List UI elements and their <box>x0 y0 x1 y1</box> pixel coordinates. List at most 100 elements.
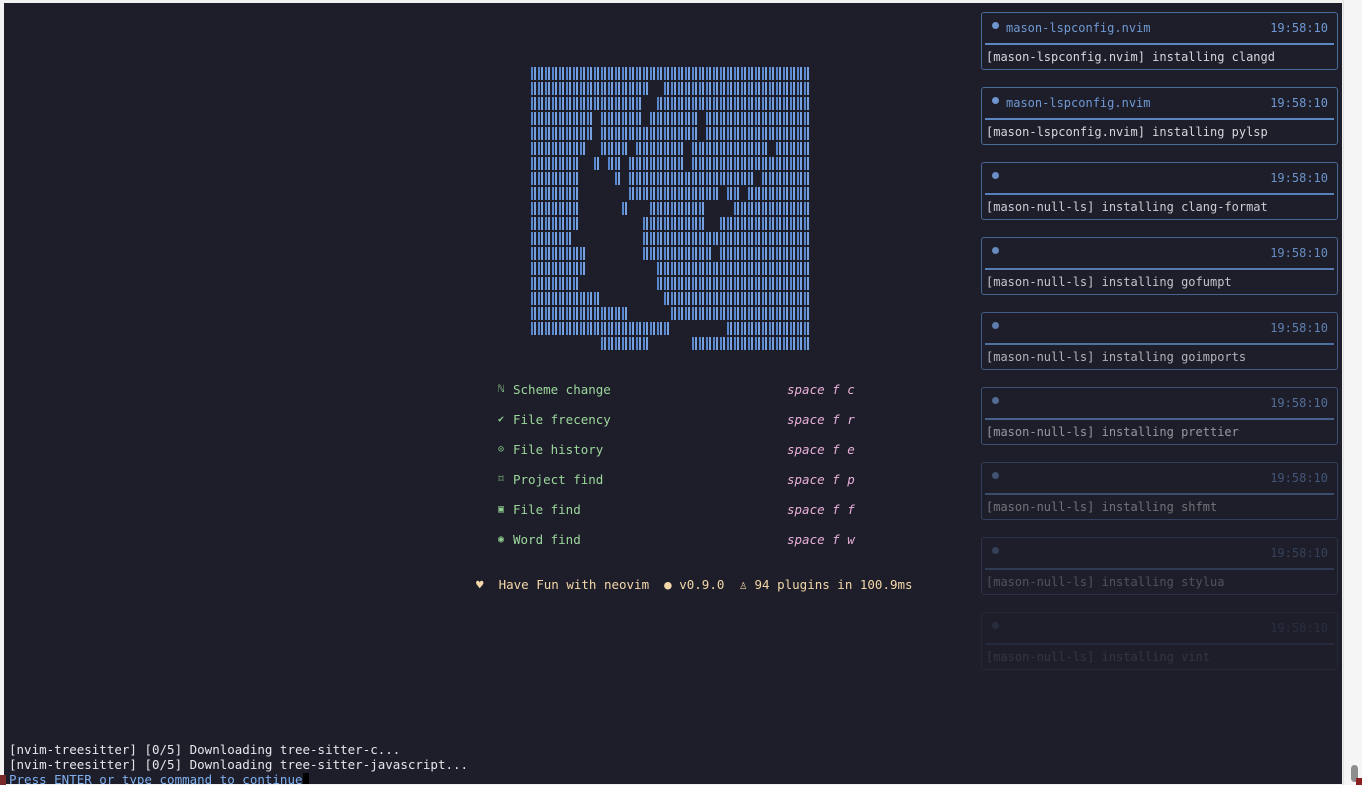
art-cell <box>622 67 629 80</box>
art-cell <box>748 67 755 80</box>
art-cell <box>643 82 650 95</box>
art-cell <box>657 67 664 80</box>
art-cell <box>594 232 601 245</box>
notification[interactable]: mason-lspconfig.nvim 19:58:10 [mason-lspco… <box>981 87 1338 145</box>
art-cell <box>699 337 706 350</box>
art-cell <box>783 157 790 170</box>
art-cell <box>734 262 741 275</box>
art-cell <box>559 97 566 110</box>
art-row <box>531 262 811 277</box>
art-cell <box>727 337 734 350</box>
art-cell <box>566 337 573 350</box>
art-cell <box>741 292 748 305</box>
art-cell <box>685 277 692 290</box>
notification-message: [mason-lspconfig.nvim] installing pylsp <box>986 125 1268 139</box>
art-cell <box>587 262 594 275</box>
art-cell <box>608 67 615 80</box>
notification-header: mason-lspconfig.nvim 19:58:10 <box>985 13 1334 45</box>
art-cell <box>559 262 566 275</box>
art-cell <box>608 82 615 95</box>
notification-time: 19:58:10 <box>1270 171 1328 185</box>
menu-item-file-find[interactable]: ▣ File find space f f <box>496 501 856 531</box>
art-cell <box>769 307 776 320</box>
art-cell <box>741 157 748 170</box>
art-cell <box>636 172 643 185</box>
art-cell <box>580 232 587 245</box>
menu-item-word-find[interactable]: ◉ Word find space f w <box>496 531 856 561</box>
art-cell <box>559 217 566 230</box>
art-cell <box>573 277 580 290</box>
art-cell <box>699 127 706 140</box>
art-cell <box>545 307 552 320</box>
art-cell <box>804 172 811 185</box>
notification[interactable]: 19:58:10 [mason-null-ls] installing vint <box>981 612 1338 670</box>
menu-item-project-find[interactable]: ⌑ Project find space f p <box>496 471 856 501</box>
notification[interactable]: 19:58:10 [mason-null-ls] installing shfmt <box>981 462 1338 520</box>
notification[interactable]: mason-lspconfig.nvim 19:58:10 [mason-lspco… <box>981 12 1338 70</box>
art-cell <box>797 172 804 185</box>
notification[interactable]: 19:58:10 [mason-null-ls] installing gofum… <box>981 237 1338 295</box>
menu-item-shortcut: space f e <box>787 442 855 457</box>
art-cell <box>580 67 587 80</box>
art-cell <box>531 202 538 215</box>
art-cell <box>580 322 587 335</box>
art-cell <box>776 67 783 80</box>
art-cell <box>566 307 573 320</box>
art-cell <box>636 217 643 230</box>
art-cell <box>776 127 783 140</box>
art-cell <box>671 247 678 260</box>
art-cell <box>755 322 762 335</box>
art-cell <box>601 172 608 185</box>
art-row <box>531 292 811 307</box>
art-cell <box>545 247 552 260</box>
art-cell <box>769 142 776 155</box>
art-cell <box>615 82 622 95</box>
art-cell <box>692 82 699 95</box>
art-cell <box>734 202 741 215</box>
notification[interactable]: 19:58:10 [mason-null-ls] installing prett… <box>981 387 1338 445</box>
art-cell <box>804 187 811 200</box>
menu-item-scheme-change[interactable]: ℕ Scheme change space f c <box>496 381 856 411</box>
window-corner-right <box>1356 778 1362 785</box>
art-cell <box>538 67 545 80</box>
window-corner <box>0 775 6 785</box>
menu-item-file-frecency[interactable]: ✔ File frecency space f r <box>496 411 856 441</box>
art-cell <box>615 172 622 185</box>
cursor[interactable] <box>302 773 309 784</box>
art-cell <box>566 187 573 200</box>
art-cell <box>783 127 790 140</box>
scrollbar[interactable] <box>1343 0 1362 785</box>
art-cell <box>804 292 811 305</box>
notification[interactable]: 19:58:10 [mason-null-ls] installing goimp… <box>981 312 1338 370</box>
art-cell <box>601 217 608 230</box>
art-cell <box>573 322 580 335</box>
art-cell <box>573 202 580 215</box>
art-cell <box>580 337 587 350</box>
info-icon <box>992 247 999 254</box>
art-cell <box>685 187 692 200</box>
art-cell <box>552 172 559 185</box>
notification[interactable]: 19:58:10 [mason-null-ls] installing clang… <box>981 162 1338 220</box>
art-cell <box>531 142 538 155</box>
notification[interactable]: 19:58:10 [mason-null-ls] installing stylu… <box>981 537 1338 595</box>
art-cell <box>790 277 797 290</box>
art-cell <box>643 217 650 230</box>
art-cell <box>587 322 594 335</box>
scheme-icon: ℕ <box>498 384 505 395</box>
art-cell <box>797 292 804 305</box>
art-cell <box>552 97 559 110</box>
art-cell <box>720 262 727 275</box>
art-cell <box>755 127 762 140</box>
art-cell <box>538 172 545 185</box>
art-cell <box>545 217 552 230</box>
art-cell <box>538 82 545 95</box>
art-cell <box>636 337 643 350</box>
art-cell <box>790 112 797 125</box>
art-cell <box>643 247 650 260</box>
art-cell <box>657 157 664 170</box>
art-cell <box>734 157 741 170</box>
art-cell <box>552 67 559 80</box>
art-cell <box>657 97 664 110</box>
menu-item-file-history[interactable]: ⊙ File history space f e <box>496 441 856 471</box>
art-cell <box>601 202 608 215</box>
